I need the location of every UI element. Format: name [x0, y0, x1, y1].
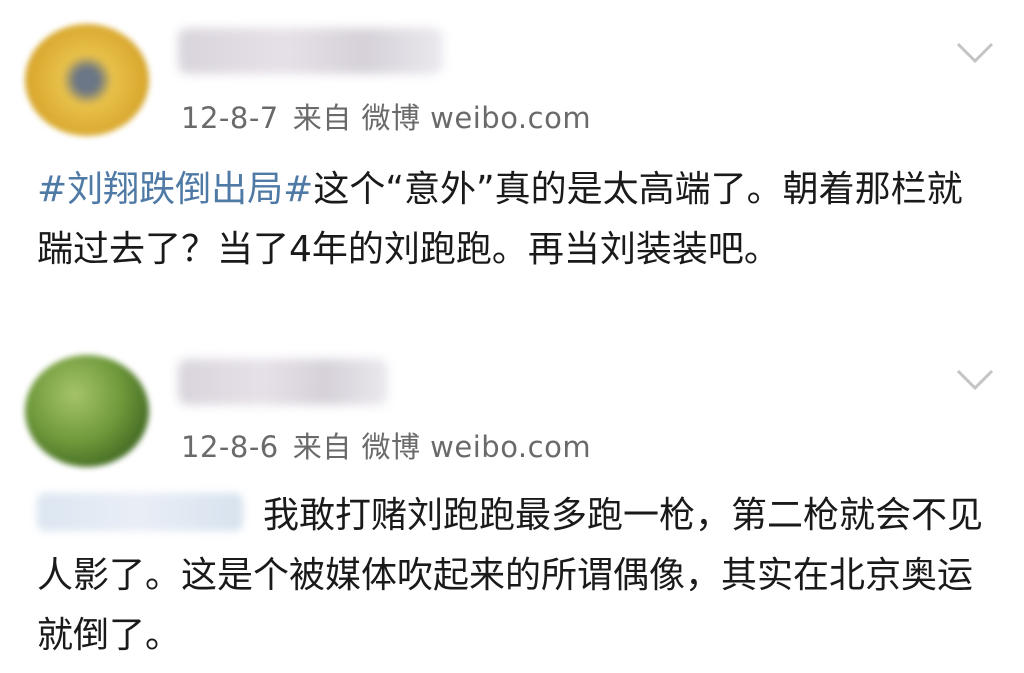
post-date: 12-8-6 — [181, 430, 279, 464]
chevron-down-icon[interactable] — [955, 40, 995, 66]
username-blurred[interactable] — [178, 28, 443, 74]
post-meta: 12-8-7 来自 微博 weibo.com — [181, 95, 605, 137]
post-source[interactable]: 来自 微博 weibo.com — [293, 101, 591, 135]
avatar[interactable] — [25, 24, 149, 136]
weibo-post: 12-8-6 来自 微博 weibo.com 我敢打赌刘跑跑最多跑一枪，第二枪就会… — [0, 340, 1024, 673]
post-date: 12-8-7 — [181, 101, 279, 135]
weibo-post: 12-8-7 来自 微博 weibo.com #刘翔跌倒出局#这个“意外”真的是太… — [0, 0, 1024, 340]
topic-link[interactable]: #刘翔跌倒出局# — [37, 169, 313, 210]
post-content: 我敢打赌刘跑跑最多跑一枪，第二枪就会不见人影了。这是个被媒体吹起来的所谓偶像，其… — [37, 486, 997, 666]
chevron-down-icon[interactable] — [955, 367, 995, 393]
post-source[interactable]: 来自 微博 weibo.com — [293, 430, 591, 464]
mention-link-blurred[interactable] — [37, 493, 243, 531]
post-content: #刘翔跌倒出局#这个“意外”真的是太高端了。朝着那栏就踹过去了？当了4年的刘跑跑… — [37, 160, 997, 280]
avatar[interactable] — [25, 355, 149, 467]
post-meta: 12-8-6 来自 微博 weibo.com — [181, 424, 605, 466]
username-blurred[interactable] — [178, 359, 388, 405]
